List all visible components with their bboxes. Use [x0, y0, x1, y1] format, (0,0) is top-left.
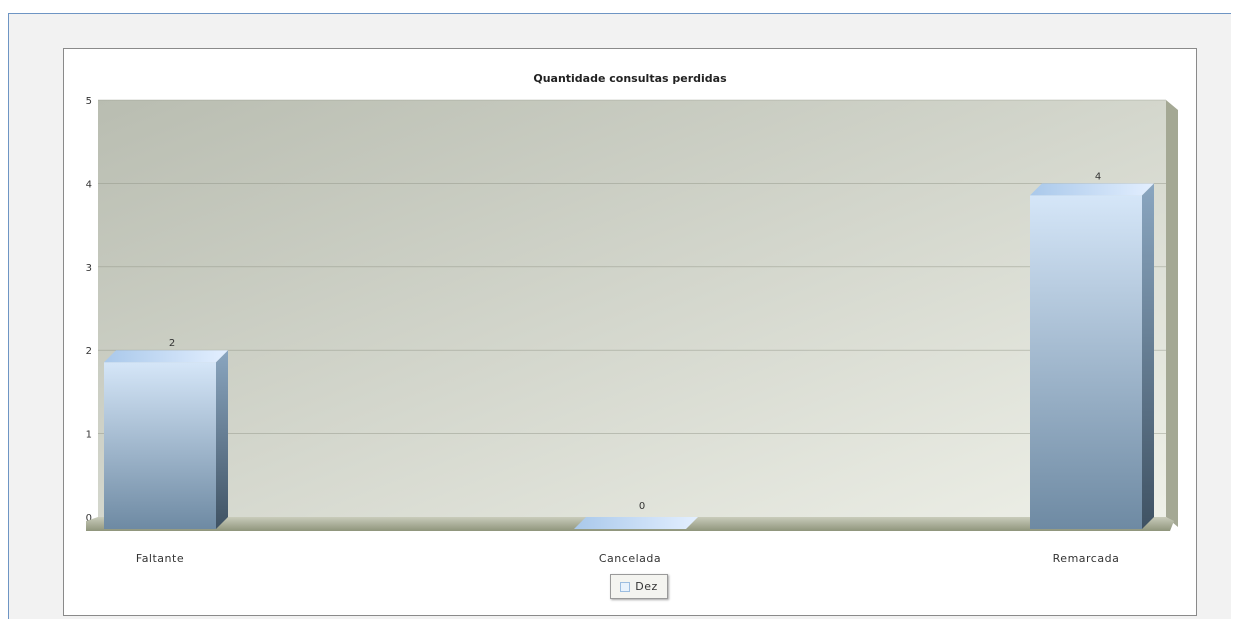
legend-swatch [620, 581, 631, 592]
legend: Dez [610, 574, 668, 599]
legend-label: Dez [635, 580, 658, 593]
chart-frame [63, 48, 1197, 616]
